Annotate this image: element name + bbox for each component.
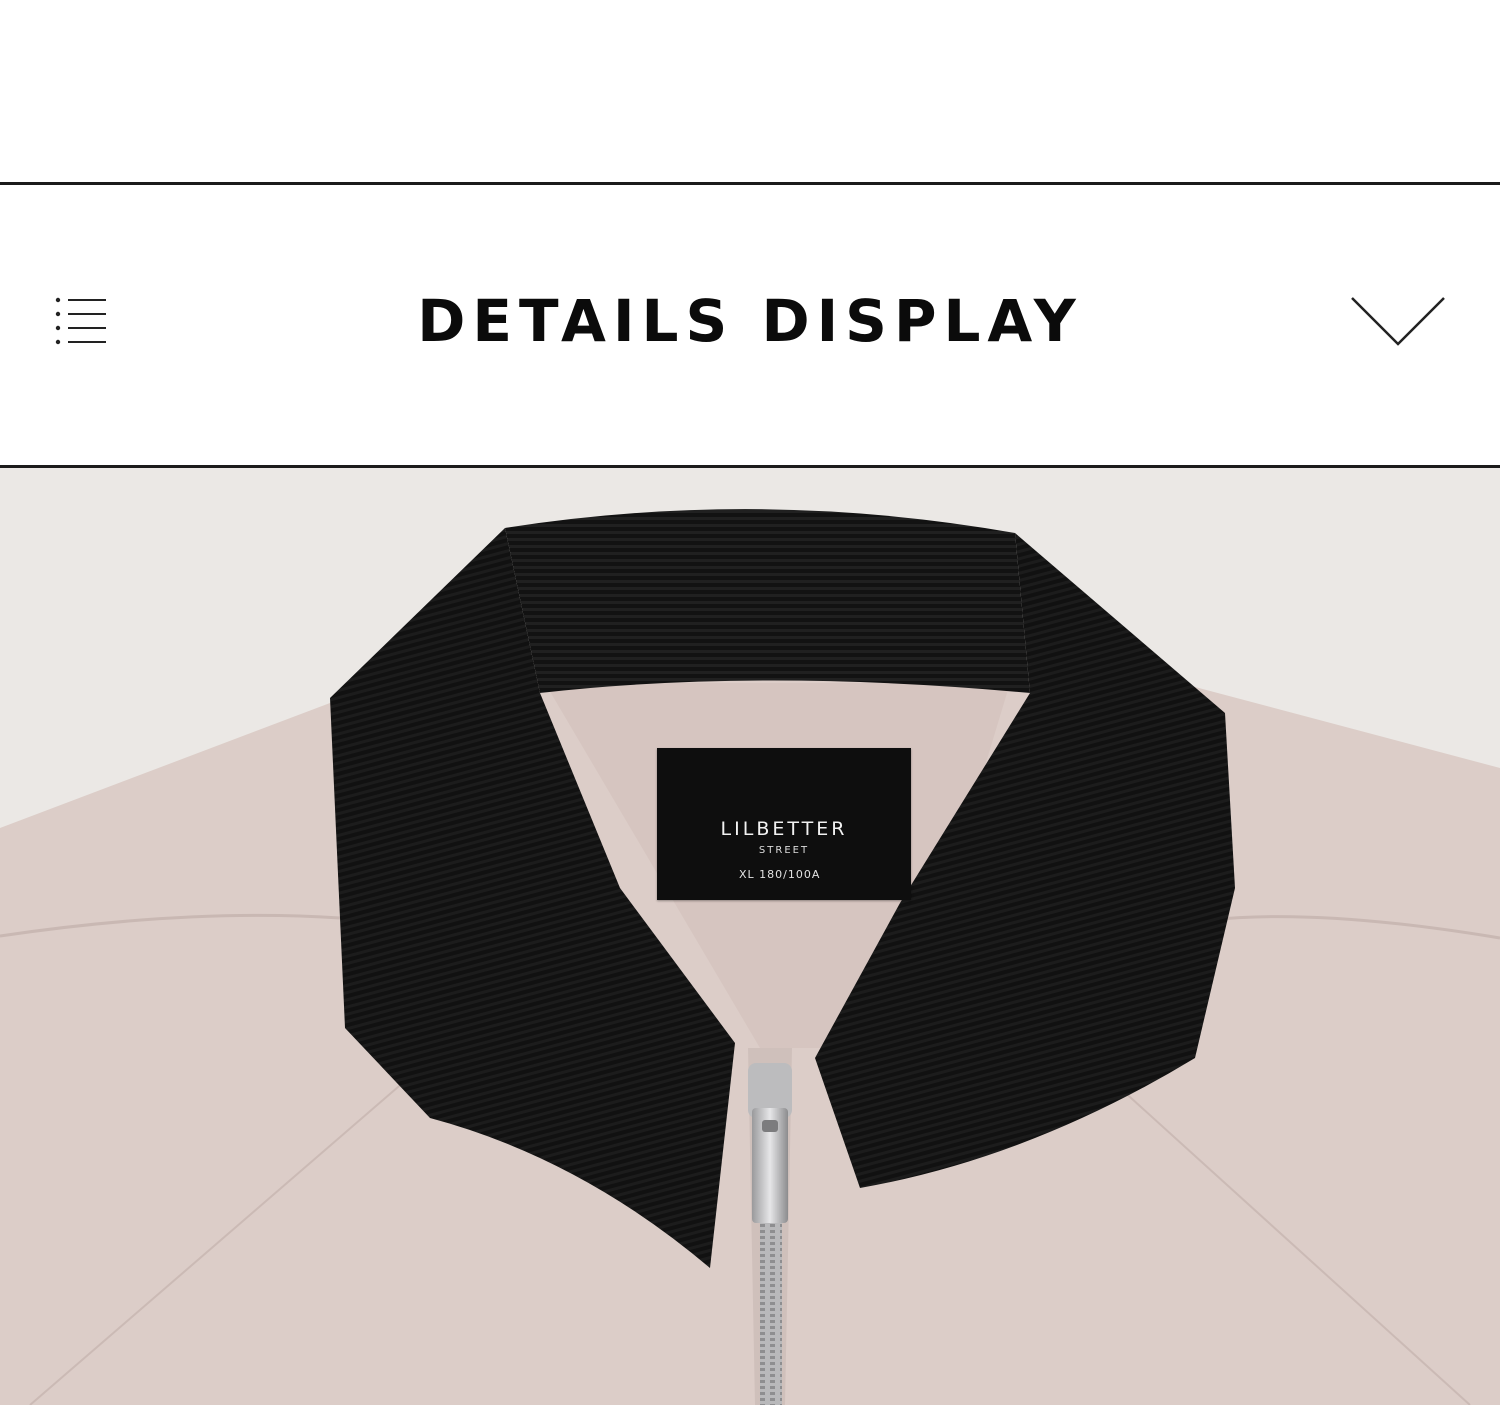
chevron-down-icon[interactable] xyxy=(1350,296,1446,348)
brand-label: LILBETTER STREET XL 180/100A xyxy=(657,748,911,900)
list-icon[interactable] xyxy=(54,296,108,348)
jacket-illustration xyxy=(0,468,1500,1405)
section-title: DETAILS DISPLAY xyxy=(417,287,1083,355)
collar-back xyxy=(505,509,1030,693)
brand-label-size: XL 180/100A xyxy=(739,868,821,881)
brand-label-line: STREET xyxy=(758,845,810,856)
jacket-collar-photo: LILBETTER STREET XL 180/100A xyxy=(0,468,1500,1405)
brand-label-name: LILBETTER xyxy=(720,818,848,840)
